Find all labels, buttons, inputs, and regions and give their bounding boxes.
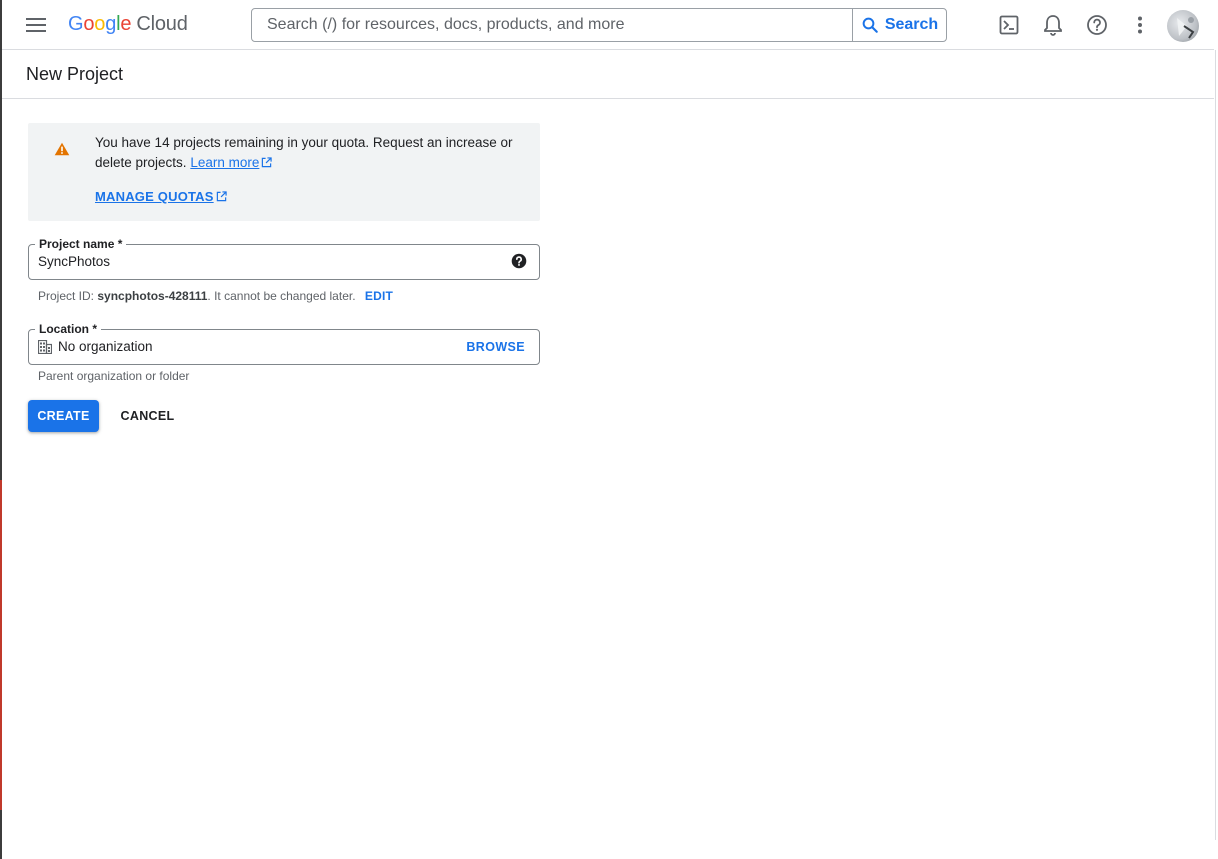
quota-warning-text-block: You have 14 projects remaining in your q…: [95, 133, 515, 173]
top-bar: Google Cloud Search: [2, 0, 1216, 50]
project-id-hint: Project ID: syncphotos-428111. It cannot…: [38, 289, 393, 303]
project-name-value: SyncPhotos: [38, 254, 111, 269]
search-input[interactable]: [252, 9, 852, 41]
scrollbar[interactable]: [1214, 0, 1218, 859]
warning-icon: [54, 142, 70, 156]
account-avatar[interactable]: [1167, 10, 1199, 42]
project-id-suffix: . It cannot be changed later.: [207, 289, 356, 303]
page-title: New Project: [26, 64, 124, 84]
window-edge-accent: [0, 480, 2, 810]
cloud-shell-button[interactable]: [996, 12, 1022, 38]
learn-more-label: Learn more: [190, 155, 260, 170]
hamburger-icon: [26, 18, 46, 32]
logo-letter: o: [83, 13, 95, 35]
more-options-button[interactable]: [1127, 12, 1153, 38]
location-field[interactable]: Location * No organization BROWSE: [28, 321, 540, 365]
browse-location-button[interactable]: BROWSE: [466, 340, 525, 354]
manage-quotas-link[interactable]: MANAGE QUOTAS: [95, 189, 227, 204]
learn-more-link[interactable]: Learn more: [190, 155, 273, 170]
external-link-icon: [262, 157, 273, 168]
notifications-button[interactable]: [1040, 12, 1066, 38]
location-label: Location *: [35, 321, 102, 337]
edit-project-id-button[interactable]: EDIT: [365, 289, 393, 303]
help-button[interactable]: [1084, 12, 1110, 38]
cancel-button[interactable]: CANCEL: [110, 400, 185, 432]
building-icon: [38, 340, 52, 354]
help-filled-icon[interactable]: [511, 253, 527, 269]
main-menu-button[interactable]: [22, 11, 50, 39]
logo-letter: G: [68, 13, 84, 35]
search-bar: Search: [251, 8, 947, 42]
bell-icon: [1044, 15, 1062, 36]
scrollbar-line: [1215, 50, 1216, 840]
logo-letter: e: [120, 13, 132, 35]
project-id-prefix: Project ID:: [38, 289, 98, 303]
project-name-label: Project name *: [35, 236, 127, 252]
external-link-icon: [216, 191, 227, 202]
browser-frame: Google Cloud Search (/) for resources, d…: [0, 0, 1218, 859]
location-hint: Parent organization or folder: [38, 369, 190, 383]
quota-warning-notice: You have 14 projects remaining in your q…: [28, 123, 540, 221]
create-button[interactable]: CREATE: [28, 400, 99, 432]
manage-quotas-label: MANAGE QUOTAS: [95, 189, 214, 204]
logo-suffix: Cloud: [136, 13, 188, 35]
project-name-field[interactable]: Project name * SyncPhotos: [28, 236, 540, 280]
quota-warning-text: You have 14 projects remaining in your q…: [95, 135, 513, 170]
google-cloud-logo[interactable]: Google Cloud: [68, 13, 188, 36]
logo-letter: o: [94, 13, 106, 35]
search-icon: [862, 17, 878, 33]
page-header: New Project: [2, 50, 1216, 99]
location-value: No organization: [58, 339, 153, 354]
search-button[interactable]: Search: [852, 9, 946, 41]
search-button-label: Search: [884, 16, 939, 33]
more-vert-icon: [1138, 16, 1142, 34]
project-id-value: syncphotos-428111: [97, 289, 208, 303]
logo-letter: g: [105, 13, 117, 35]
help-circle-icon: [1087, 15, 1107, 35]
terminal-icon: [999, 15, 1019, 35]
avatar-image-icon: [1177, 17, 1195, 39]
